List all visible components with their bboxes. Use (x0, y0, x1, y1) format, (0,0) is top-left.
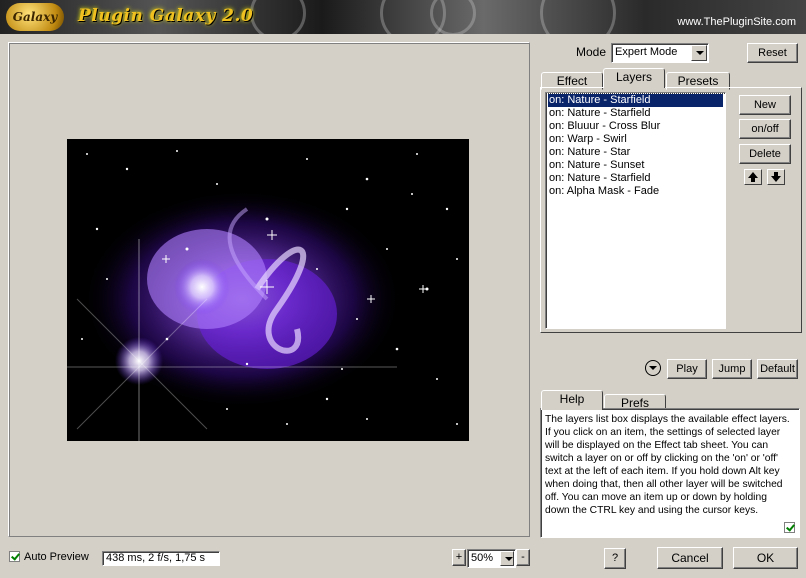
banner-swirl-decoration (540, 0, 616, 34)
zoom-select[interactable]: 50% (467, 549, 516, 568)
title-banner: Galaxy Plugin Galaxy 2.0 www.ThePluginSi… (0, 0, 806, 34)
cancel-button[interactable]: Cancel (657, 547, 723, 569)
chevron-down-icon[interactable] (500, 551, 514, 566)
layer-list-item[interactable]: on: Nature - Starfield (548, 172, 723, 185)
nebula-render (67, 139, 469, 441)
mode-select-value: Expert Mode (615, 46, 678, 58)
arrow-up-icon (748, 172, 758, 182)
move-up-button[interactable] (744, 169, 762, 185)
mode-select[interactable]: Expert Mode (611, 43, 709, 63)
help-text: The layers list box displays the availab… (545, 414, 790, 516)
zoom-out-button[interactable]: - (516, 549, 530, 566)
play-button[interactable]: Play (667, 359, 707, 379)
chevron-down-icon[interactable] (645, 360, 661, 376)
render-status: 438 ms, 2 f/s, 1,75 s (102, 551, 220, 566)
ok-button[interactable]: OK (733, 547, 798, 569)
layer-list-item[interactable]: on: Nature - Starfield (548, 107, 723, 120)
layer-list-item[interactable]: on: Nature - Starfield (547, 93, 724, 108)
tab-help[interactable]: Help (541, 390, 603, 410)
layers-list[interactable]: on: Nature - Starfield on: Nature - Star… (545, 92, 726, 329)
layer-list-item[interactable]: on: Warp - Swirl (548, 133, 723, 146)
delete-layer-button[interactable]: Delete (739, 144, 791, 164)
auto-preview-label: Auto Preview (24, 551, 89, 563)
zoom-in-button[interactable]: + (452, 549, 466, 566)
galaxy-logo: Galaxy (6, 3, 64, 31)
layer-list-item[interactable]: on: Nature - Sunset (548, 159, 723, 172)
mode-label: Mode (576, 45, 607, 59)
move-down-button[interactable] (767, 169, 785, 185)
toggle-layer-button[interactable]: on/off (739, 119, 791, 139)
new-layer-button[interactable]: New (739, 95, 791, 115)
zoom-value: 50% (471, 552, 494, 564)
tab-layers[interactable]: Layers (603, 68, 665, 88)
jump-button[interactable]: Jump (712, 359, 752, 379)
website-url: www.ThePluginSite.com (677, 16, 796, 28)
arrow-down-icon (771, 172, 781, 182)
banner-swirl-decoration (430, 0, 476, 34)
auto-preview-checkbox[interactable] (9, 551, 20, 562)
help-button[interactable]: ? (604, 548, 626, 569)
chevron-down-icon[interactable] (691, 45, 707, 61)
layer-list-item[interactable]: on: Bluuur - Cross Blur (548, 120, 723, 133)
preview-image[interactable] (67, 139, 469, 441)
banner-swirl-decoration (250, 0, 306, 34)
layer-list-item[interactable]: on: Nature - Star (548, 146, 723, 159)
app-title: Plugin Galaxy 2.0 (78, 6, 254, 26)
default-button[interactable]: Default (757, 359, 798, 379)
reset-button[interactable]: Reset (747, 43, 798, 63)
help-panel: The layers list box displays the availab… (540, 408, 800, 538)
help-checkbox[interactable] (784, 522, 795, 533)
layer-list-item[interactable]: on: Alpha Mask - Fade (548, 185, 723, 198)
